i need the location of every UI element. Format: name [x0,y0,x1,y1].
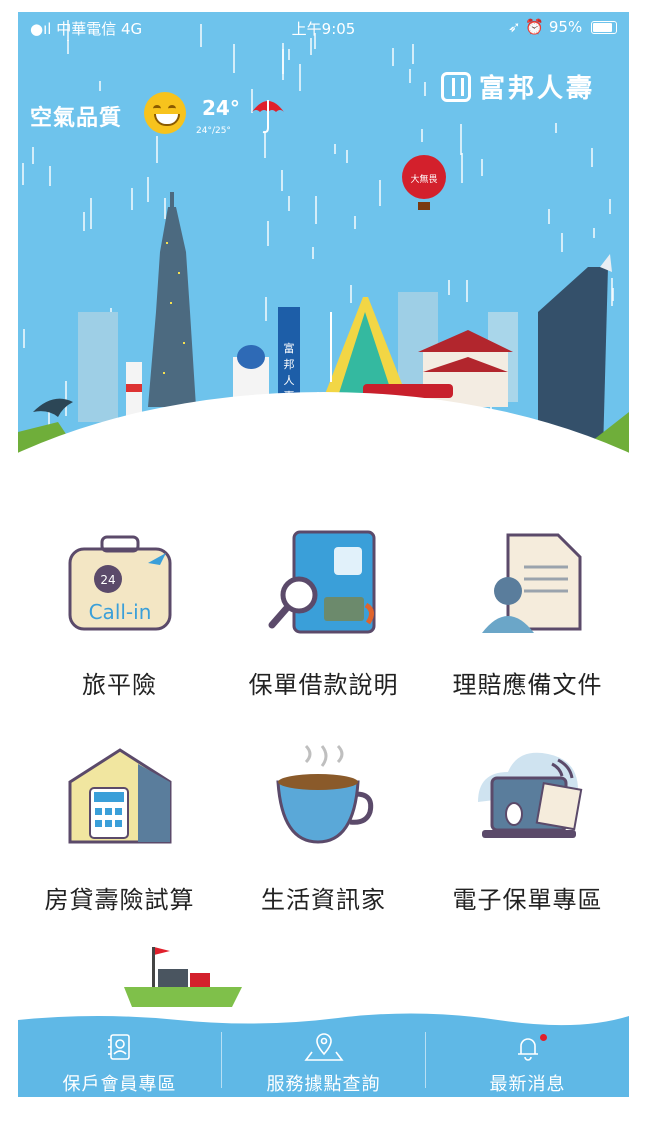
travel-badge: 24 [100,573,115,587]
battery-icon [591,21,617,34]
svg-text:人: 人 [284,374,295,387]
header-illustration: 富 邦 人 壽 [18,12,629,912]
air-quality-label[interactable]: 空氣品質 [30,100,122,132]
tab-label: 最新消息 [489,1074,566,1095]
service-label: 電子保單專區 [452,886,603,914]
status-right: ➶ ⏰ 95% [508,18,617,36]
temperature-range: 24°/25° [196,126,231,136]
bottom-tab-bar: 保戶會員專區 服務據點查詢 最新消息 [18,1012,629,1097]
mortgage-calculator-house-icon [68,748,171,844]
service-label: 生活資訊家 [261,886,386,914]
smiley-face-icon[interactable] [144,92,186,134]
brand-name: 富邦人壽 [478,74,595,104]
service-travel-insurance[interactable]: 24 Call-in 旅平險 [18,527,221,700]
umbrella-icon [252,100,284,134]
tab-member-area[interactable]: 保戶會員專區 [18,1032,221,1096]
temperature: 24° [202,96,240,120]
policy-loan-icon [268,530,375,634]
tab-label: 保戶會員專區 [62,1074,177,1095]
service-mortgage-calculator[interactable]: 房貸壽險試算 [18,742,221,915]
service-policy-loan[interactable]: 保單借款說明 [222,527,425,700]
boat-illustration [124,947,242,1007]
fubon-logo-icon [440,72,471,102]
app-screen: 富 邦 人 壽 [18,12,629,1097]
coffee-cup-icon [275,744,373,844]
alarm-icon: ⏰ [525,18,545,36]
battery-percent: 95% [548,18,583,36]
tab-latest-news[interactable]: 最新消息 [426,1032,629,1096]
travel-suitcase-icon: 24 Call-in [68,535,171,631]
sign-tower-text: 富 [284,341,295,355]
svg-text:邦: 邦 [284,358,295,371]
location-pin-icon [303,1033,344,1061]
travel-callin: Call-in [88,600,151,624]
service-life-info[interactable]: 生活資訊家 [222,742,425,915]
service-label: 保單借款說明 [248,671,399,699]
tab-service-locations[interactable]: 服務據點查詢 [222,1032,425,1096]
member-card-icon [107,1034,130,1060]
claim-document-icon [481,533,581,633]
balloon-label: 大無畏 [410,173,437,185]
service-e-policy[interactable]: 電子保單專區 [426,742,629,915]
notification-dot [539,1034,547,1041]
tab-label: 服務據點查詢 [266,1074,381,1095]
service-label: 房貸壽險試算 [44,886,195,914]
status-bar: ●ıl 中華電信 4G 上午9:05 ➶ ⏰ 95% [18,12,629,44]
service-claim-documents[interactable]: 理賠應備文件 [426,527,629,700]
bell-icon [517,1038,538,1061]
location-arrow-icon: ➶ [508,18,521,36]
brand-logo: 富邦人壽 [440,68,595,105]
service-label: 理賠應備文件 [452,671,603,699]
e-policy-laptop-icon [477,752,582,838]
service-label: 旅平險 [82,671,157,699]
